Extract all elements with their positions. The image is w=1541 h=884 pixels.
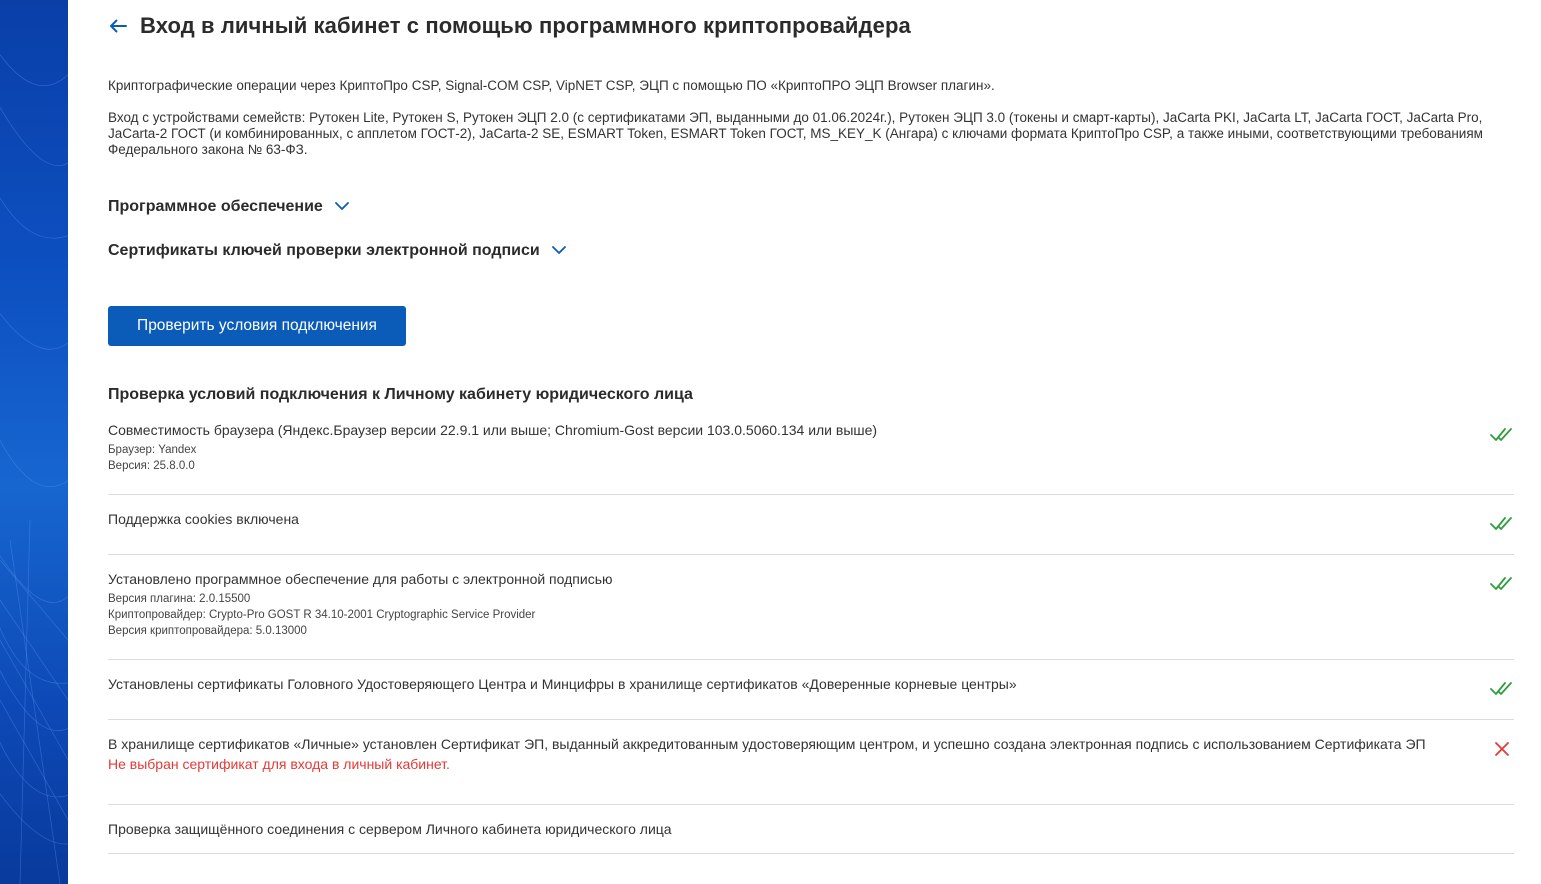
check-item-secure-connection: Проверка защищённого соединения с сервер… bbox=[108, 821, 1514, 854]
accordion-certificates-label: Сертификаты ключей проверки электронной … bbox=[108, 242, 540, 259]
check-item-detail: Версия криптопровайдера: 5.0.13000 bbox=[108, 625, 307, 637]
side-band-pattern bbox=[0, 54, 68, 884]
arrow-left-icon bbox=[110, 19, 127, 33]
chevron-down-icon bbox=[334, 202, 349, 212]
check-item-title: Совместимость браузера (Яндекс.Браузер в… bbox=[108, 422, 878, 438]
page-header: Вход в личный кабинет с помощью программ… bbox=[108, 10, 911, 42]
check-conditions-button[interactable]: Проверить условия подключения bbox=[108, 306, 406, 346]
check-item-detail: Криптопровайдер: Crypto-Pro GOST R 34.10… bbox=[108, 609, 536, 621]
check-item-detail: Браузер: Yandex bbox=[108, 444, 197, 456]
check-item-detail: Версия плагина: 2.0.15500 bbox=[108, 593, 251, 605]
double-check-icon bbox=[1490, 577, 1512, 590]
checks-section-title: Проверка условий подключения к Личному к… bbox=[108, 386, 693, 403]
page-title: Вход в личный кабинет с помощью программ… bbox=[140, 13, 911, 38]
check-item-personal-certificate: В хранилище сертификатов «Личные» устано… bbox=[108, 736, 1514, 805]
accordion-software-label: Программное обеспечение bbox=[108, 198, 323, 215]
close-icon bbox=[1495, 742, 1509, 756]
accordion-certificates[interactable]: Сертификаты ключей проверки электронной … bbox=[108, 242, 566, 260]
check-item-browser: Совместимость браузера (Яндекс.Браузер в… bbox=[108, 422, 1514, 495]
check-item-root-certificates: Установлены сертификаты Головного Удосто… bbox=[108, 676, 1514, 720]
check-item-error: Не выбран сертификат для входа в личный … bbox=[108, 756, 450, 772]
double-check-icon bbox=[1490, 517, 1512, 530]
intro-paragraph-1: Криптографические операции через КриптоП… bbox=[108, 78, 995, 93]
intro-paragraph-2: Вход с устройствами семейств: Рутокен Li… bbox=[108, 110, 1483, 157]
check-item-title: В хранилище сертификатов «Личные» устано… bbox=[108, 736, 1426, 752]
decorative-side-band bbox=[0, 0, 68, 884]
back-button[interactable] bbox=[108, 16, 128, 36]
check-item-title: Проверка защищённого соединения с сервер… bbox=[108, 821, 672, 837]
check-item-title: Поддержка cookies включена bbox=[108, 511, 299, 527]
double-check-icon bbox=[1490, 428, 1512, 441]
intro-text: Криптографические операции через КриптоП… bbox=[108, 78, 1514, 174]
check-item-title: Установлено программное обеспечение для … bbox=[108, 571, 613, 587]
check-item-cookies: Поддержка cookies включена bbox=[108, 511, 1514, 555]
check-item-detail: Версия: 25.8.0.0 bbox=[108, 460, 195, 472]
double-check-icon bbox=[1490, 682, 1512, 695]
check-item-title: Установлены сертификаты Головного Удосто… bbox=[108, 676, 1017, 692]
check-item-software: Установлено программное обеспечение для … bbox=[108, 571, 1514, 660]
accordion-software[interactable]: Программное обеспечение bbox=[108, 198, 349, 216]
chevron-down-icon bbox=[551, 246, 566, 256]
